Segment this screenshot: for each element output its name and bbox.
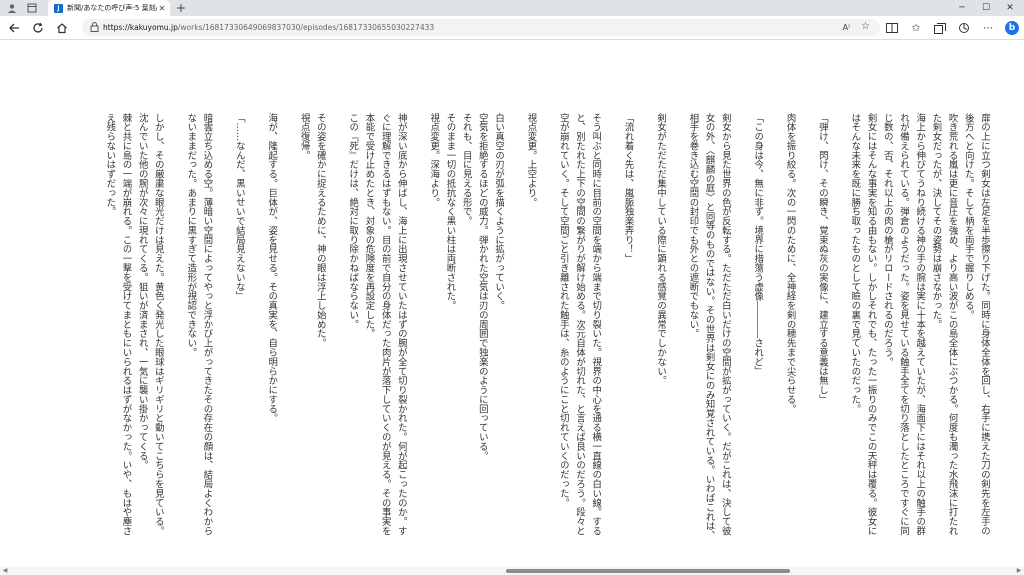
tab-strip: J 新聞/あなたの呼び声-5 葉刻/独奏 ✕ + ─ ☐ ✕: [0, 0, 1024, 16]
close-icon[interactable]: ✕: [157, 4, 167, 13]
paragraph: 「流れ着く先は、嵐脈独楽弄り！」: [622, 113, 634, 264]
reload-icon[interactable]: [30, 20, 46, 36]
split-screen-icon[interactable]: [884, 20, 900, 36]
address-bar[interactable]: https://kakuyomu.jp/works/16817330649069…: [82, 19, 880, 36]
kakuyomu-favicon-icon: J: [54, 3, 63, 13]
reading-pane: 扉の上に立つ剣女は左足を半歩擦り下げた。同時に身体全体を回し、右手に携えた刀の剣…: [0, 40, 1024, 567]
person-icon[interactable]: [5, 2, 19, 14]
star-icon[interactable]: ☆: [861, 20, 870, 34]
url-path: /works/16817330649069837030/episodes/168…: [177, 23, 435, 32]
back-arrow-icon[interactable]: [6, 20, 22, 36]
url-text[interactable]: https://kakuyomu.jp/works/16817330649069…: [103, 21, 434, 34]
paragraph: 海が、隆起する。巨体が、姿を見せる。その真実を、自ら明らかにする。: [266, 113, 278, 423]
paragraph: 剣女にはそんな事実を知る由もない。しかしそれでも、たった一振りのみでこの天秤は覆…: [849, 113, 877, 536]
paragraph: 神が深い底から伸ばし、海上に出現させていたはずの腕が全て切り裂かれた。何が起こっ…: [363, 113, 407, 536]
tab-actions-icon[interactable]: [25, 2, 39, 14]
scrollbar-thumb[interactable]: [506, 569, 790, 573]
paragraph: 視点復帰。: [298, 113, 310, 160]
scroll-right-icon[interactable]: ▶: [1014, 567, 1024, 575]
paragraph: 視点変更。上空より。: [525, 113, 537, 207]
read-aloud-icon[interactable]: A⁾: [843, 21, 850, 34]
url-host: https://kakuyomu.jp: [103, 23, 178, 32]
active-tab[interactable]: J 新聞/あなたの呼び声-5 葉刻/独奏 ✕: [48, 0, 170, 16]
scroll-left-icon[interactable]: ◀: [0, 567, 10, 575]
paragraph: 剣女から見た世界の色が反転する。ただただ白いだけの空間が拡がっていく。だがこれは…: [687, 113, 731, 541]
paragraph: その姿を確かに捉えるために、神の眼は浮上し始めた。: [314, 113, 326, 348]
window-close-icon[interactable]: ✕: [998, 0, 1022, 16]
paragraph: 吹き荒れる嵐は更に音圧を強め、より高い波がこの島全体にぶつかる。何度も濁った水飛…: [930, 113, 958, 536]
paragraph: 「弾け、閃け、その瞬き、覚束ぬ灰の実像に、建立する意義は無し」: [816, 113, 828, 405]
new-tab-button[interactable]: +: [176, 1, 186, 15]
browser-toolbar: https://kakuyomu.jp/works/16817330649069…: [0, 16, 1024, 40]
horizontal-scrollbar[interactable]: ◀ ▶: [0, 567, 1024, 575]
paragraph: 棘と共に島の一端が崩れる。この一撃を受けてまともにいられるはずがなかった。いや、…: [104, 113, 132, 536]
minimize-icon[interactable]: ─: [950, 0, 974, 16]
paragraph: 「……なんだ、黒いせいで結局見えないな」: [233, 113, 245, 301]
tab-title: 新聞/あなたの呼び声-5 葉刻/独奏: [67, 4, 157, 12]
paragraph: 肉体を振り絞る。次の一閃のために、全神経を剣の穂先まで尖らせる。: [784, 113, 796, 414]
paragraph: 視点変更。深海より。: [428, 113, 440, 207]
episode-body: 扉の上に立つ剣女は左足を半歩擦り下げた。同時に身体全体を回し、右手に携えた刀の剣…: [85, 113, 992, 543]
paragraph: 白い真空の刃が弧を描くように拡がっていく。: [493, 113, 505, 311]
paragraph: この『死』だけは、絶対に取り除かねばならない。: [347, 113, 359, 329]
maximize-icon[interactable]: ☐: [974, 0, 998, 16]
collections-icon[interactable]: [932, 20, 948, 36]
favorites-icon[interactable]: ✩: [908, 20, 924, 36]
home-icon[interactable]: [54, 20, 70, 36]
paragraph: しかし、その厳粛な眼光だけは見えた。黄色く発光した眼球はギリギリと動いてこちらを…: [136, 113, 164, 536]
paragraph: それも、目に見える形で。: [460, 113, 472, 226]
paragraph: 「この身は今、無に非ず。境界に措蕩う虚像――――されど」: [752, 113, 764, 376]
more-icon[interactable]: ⋯: [980, 20, 996, 36]
paragraph: そう叫ぶと同時に目前の空間を端から端まで切り裂いた。視界の中心を通る横一直線の白…: [557, 113, 602, 536]
paragraph: 暗雲立ち込める空。薄暗い空間によってやっと浮かび上がってきたその存在の顔は、結局…: [185, 113, 213, 536]
paragraph: そのまま一切の抵抗なく黒い柱は両断された。: [444, 113, 456, 311]
paragraph: 海上から伸びてうねり続ける神の手の腕は実に十本を越えていたが、海面下にはそれ以上…: [881, 113, 926, 536]
extensions-icon[interactable]: [956, 20, 972, 36]
paragraph: 剣女がただただ集中している際に顕れる感覚の異常でしかない。: [655, 113, 667, 386]
lock-icon[interactable]: [90, 22, 100, 32]
bing-icon[interactable]: b: [1005, 21, 1019, 35]
paragraph: 扉の上に立つ剣女は左足を半歩擦り下げた。同時に身体全体を回し、右手に携えた刀の剣…: [962, 113, 990, 536]
paragraph: 空気を拒絶するほどの威力。弾かれた空気は刃の周囲で独楽のように回っている。: [476, 113, 488, 461]
